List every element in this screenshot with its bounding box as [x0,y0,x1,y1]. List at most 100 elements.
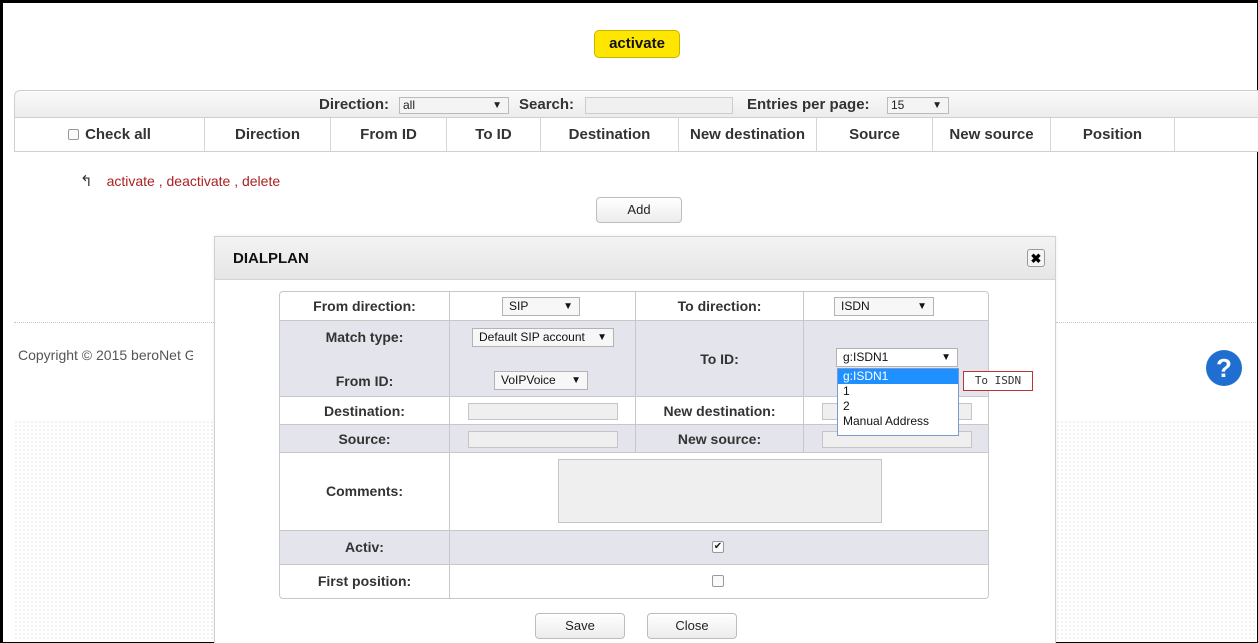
to-direction-cell: To direction: [636,292,804,320]
close-button[interactable]: Close [647,613,737,639]
dropdown-option[interactable]: 1 [838,384,958,399]
destination-input-cell [450,397,636,424]
from-direction-input-cell: SIP ▼ [450,292,636,320]
row-direction: From direction: SIP ▼ To direction: ISDN ▼ [280,292,988,320]
dotted-background-right [1056,420,1256,640]
to-direction-select[interactable]: ISDN ▼ [834,297,934,316]
chevron-down-icon: ▼ [563,301,573,312]
new-destination-label: New destination: [663,403,776,419]
header-new-destination[interactable]: New destination [679,118,817,151]
help-icon[interactable]: ? [1206,350,1242,386]
header-to-id[interactable]: To ID [447,118,541,151]
first-position-input-cell [450,565,988,598]
to-id-value: g:ISDN1 [843,350,889,364]
destination-label-cell: Destination: [280,397,450,424]
from-id-value: VoIPVoice [501,373,556,387]
direction-filter-label: Direction: [319,96,390,113]
header-position[interactable]: Position [1051,118,1175,151]
from-direction-select[interactable]: SIP ▼ [502,297,580,316]
source-label: Source: [338,431,391,447]
header-source[interactable]: Source [817,118,933,151]
source-label-cell: Source: [280,425,450,452]
search-label: Search: [519,96,575,113]
match-type-value: Default SIP account [479,330,585,344]
comments-input-cell [450,453,988,530]
row-comments: Comments: [280,452,988,530]
source-input-cell [450,425,636,452]
chevron-down-icon: ▼ [492,100,502,111]
header-from-id[interactable]: From ID [331,118,447,151]
comments-textarea[interactable] [558,459,882,523]
match-type-select[interactable]: Default SIP account ▼ [472,328,614,347]
close-icon[interactable]: ✖ [1027,249,1045,267]
first-position-checkbox[interactable] [712,575,724,587]
dropdown-option[interactable]: 2 [838,399,958,414]
add-button[interactable]: Add [596,197,682,223]
activ-label-cell: Activ: [280,531,450,564]
first-position-label: First position: [317,573,412,589]
activ-checkbox[interactable]: ✔ [712,541,724,553]
chevron-down-icon: ▼ [932,100,942,111]
new-source-label: New source: [677,431,762,447]
source-input[interactable] [468,431,618,448]
new-destination-label-cell: New destination: [636,397,804,424]
from-direction-label: From direction: [313,298,416,314]
to-id-select[interactable]: g:ISDN1 ▼ [836,348,958,367]
destination-input[interactable] [468,403,618,420]
copyright-text: Copyright © 2015 beroNet Gr [18,347,193,363]
header-destination[interactable]: Destination [541,118,679,151]
destination-label: Destination: [324,403,405,419]
chevron-down-icon: ▼ [917,301,927,312]
search-input[interactable] [585,97,733,114]
dropdown-option[interactable]: g:ISDN1 [838,369,958,384]
to-id-dropdown-list: g:ISDN1 1 2 Manual Address [837,368,959,436]
header-new-source[interactable]: New source [933,118,1051,151]
entries-per-page-select[interactable]: 15 ▼ [887,97,949,114]
row-first-position: First position: [280,564,988,598]
match-from-input-cell: Default SIP account ▼ VoIPVoice ▼ [450,321,636,396]
return-arrow-icon: ↰ [80,173,93,190]
header-direction[interactable]: Direction [205,118,331,151]
entries-per-page-label: Entries per page: [747,96,870,113]
divider-right [1056,322,1256,323]
to-id-label: To ID: [700,351,739,367]
to-direction-input-cell: ISDN ▼ [804,292,988,320]
activ-input-cell: ✔ [450,531,988,564]
check-all-header[interactable]: Check all [15,118,205,151]
match-type-label: Match type: [325,329,404,345]
direction-filter-select[interactable]: all ▼ [399,97,509,114]
direction-filter-value: all [403,98,416,112]
to-id-label-cell: To ID: [636,321,804,396]
chevron-down-icon: ▼ [941,352,951,363]
bulk-actions-links[interactable]: activate , deactivate , delete [107,173,281,189]
chevron-down-icon: ▼ [571,375,581,386]
from-id-select[interactable]: VoIPVoice ▼ [494,371,588,390]
check-all-checkbox[interactable] [68,129,80,140]
match-from-label-cell: Match type: From ID: [280,321,450,396]
comments-label: Comments: [325,483,403,499]
check-all-label: Check all [85,126,151,143]
row-activ: Activ: ✔ [280,530,988,564]
tooltip: To ISDN [963,371,1033,391]
bulk-actions: ↰ activate , deactivate , delete [80,172,280,190]
divider-left [14,322,214,323]
chevron-down-icon: ▼ [597,332,607,343]
save-button[interactable]: Save [535,613,625,639]
entries-per-page-value: 15 [891,98,905,112]
to-direction-value: ISDN [841,299,870,313]
activate-button[interactable]: activate [594,30,680,58]
to-direction-label: To direction: [677,298,762,314]
dialog-header: DIALPLAN ✖ [215,237,1055,280]
from-direction-value: SIP [509,299,529,313]
filter-bar: Direction: all ▼ Search: Entries per pag… [14,90,1258,118]
dropdown-option[interactable]: Manual Address [838,414,958,429]
dotted-background-left [14,420,216,640]
activ-label: Activ: [345,539,384,555]
first-position-label-cell: First position: [280,565,450,598]
from-id-label: From ID: [335,373,394,389]
dialog-title: DIALPLAN [233,250,309,267]
dialplan-form: From direction: SIP ▼ To direction: ISDN ▼… [279,291,989,599]
new-source-label-cell: New source: [636,425,804,452]
comments-label-cell: Comments: [280,453,450,530]
from-direction-cell: From direction: [280,292,450,320]
